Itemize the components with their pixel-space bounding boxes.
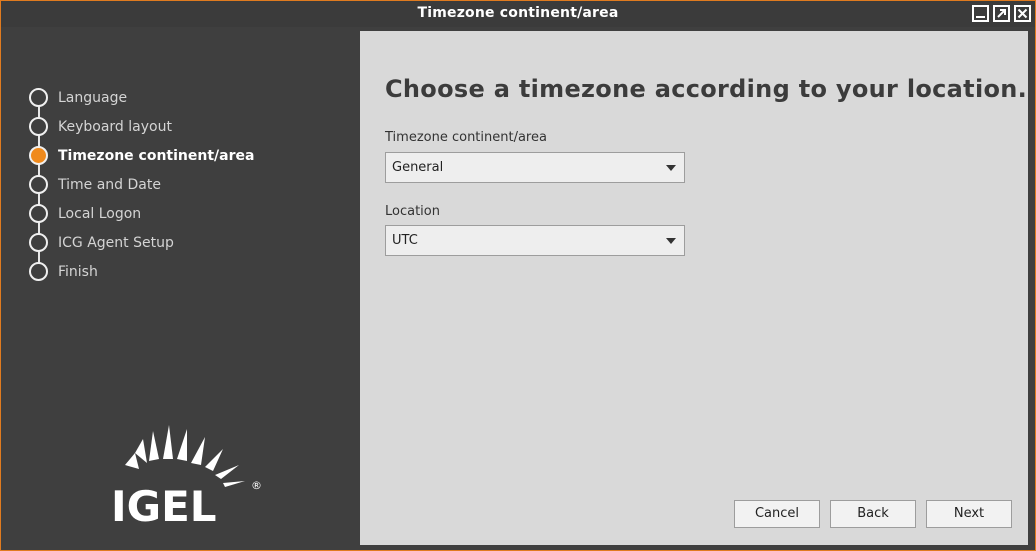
continent-dropdown[interactable]: General [385,152,685,183]
step-language: Language [29,83,349,112]
minimize-icon [976,16,985,18]
continent-selected-value: General [392,160,444,175]
close-button[interactable] [1014,5,1031,22]
step-label: Keyboard layout [58,118,172,135]
step-indicator-active [29,146,48,165]
step-keyboard-layout: Keyboard layout [29,112,349,141]
step-label: Language [58,89,128,106]
maximize-arrow-icon [997,9,1006,18]
location-dropdown[interactable]: UTC [385,225,685,256]
step-label: Local Logon [58,205,142,222]
step-indicator [29,262,48,281]
step-label: ICG Agent Setup [58,234,174,251]
step-indicator [29,88,48,107]
setup-steps-list: Language Keyboard layout Timezone contin… [29,83,349,286]
minimize-button[interactable] [972,5,989,22]
location-selected-value: UTC [392,233,418,248]
title-bar[interactable]: Timezone continent/area [1,1,1035,27]
next-button[interactable]: Next [926,500,1012,528]
step-indicator [29,117,48,136]
step-time-and-date: Time and Date [29,170,349,199]
installer-window: Timezone continent/area Language Keyboar… [0,0,1036,551]
step-label: Time and Date [58,176,161,193]
location-label: Location [385,204,440,219]
content-panel: Choose a timezone according to your loca… [360,31,1028,545]
step-timezone: Timezone continent/area [29,141,349,170]
continent-label: Timezone continent/area [385,130,547,145]
step-indicator [29,233,48,252]
back-button[interactable]: Back [830,500,916,528]
close-icon [1017,8,1028,19]
registered-mark: ® [251,479,262,492]
igel-logo: IGEL ® [111,425,262,529]
page-heading: Choose a timezone according to your loca… [385,75,1028,103]
maximize-button[interactable] [993,5,1010,22]
dropdown-arrow-icon [666,165,676,171]
step-local-logon: Local Logon [29,199,349,228]
step-label: Finish [58,263,98,280]
step-icg-agent-setup: ICG Agent Setup [29,228,349,257]
cancel-button[interactable]: Cancel [734,500,820,528]
step-indicator [29,175,48,194]
step-indicator [29,204,48,223]
window-title: Timezone continent/area [417,5,619,21]
logo-text: IGEL [111,482,217,529]
dropdown-arrow-icon [666,238,676,244]
step-finish: Finish [29,257,349,286]
step-label: Timezone continent/area [58,147,255,164]
